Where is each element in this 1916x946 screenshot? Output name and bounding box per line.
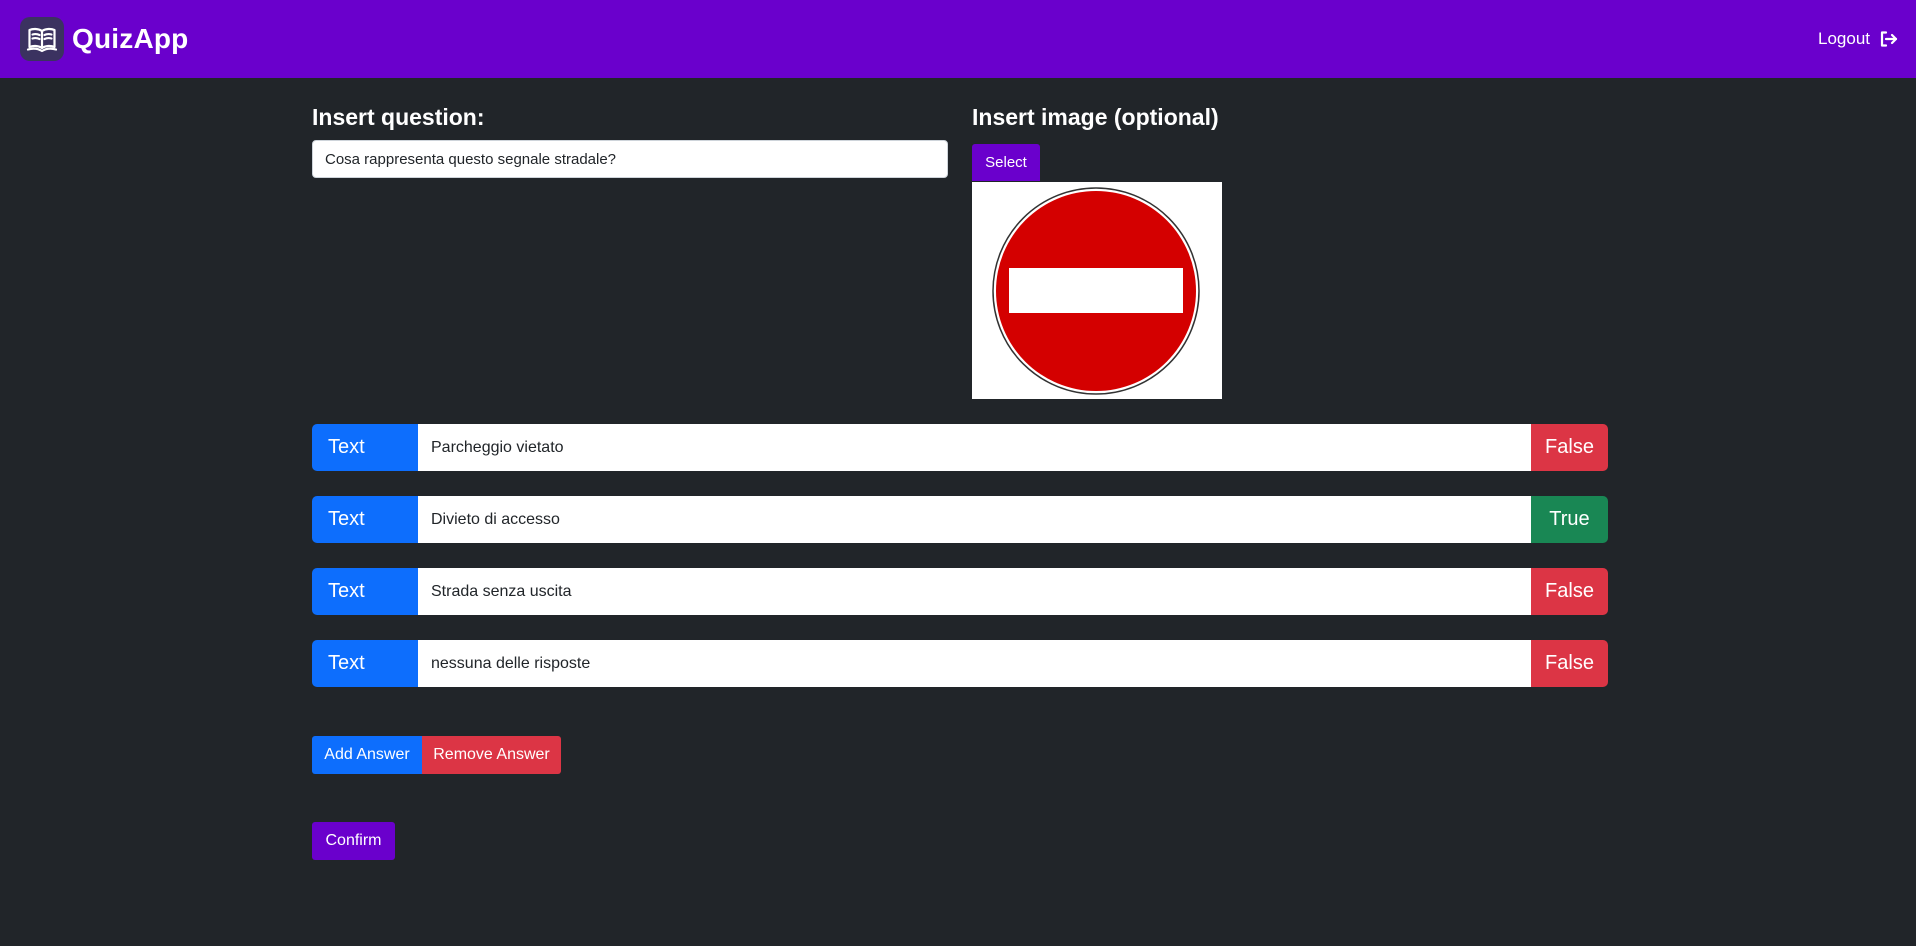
confirm-button[interactable]: Confirm — [312, 822, 395, 860]
answer-type-button[interactable]: Text — [312, 640, 418, 687]
answer-row: Text False — [312, 640, 1608, 687]
navbar: QuizApp Logout — [0, 0, 1916, 78]
image-heading: Insert image (optional) — [972, 104, 1219, 130]
brand[interactable]: QuizApp — [20, 17, 189, 61]
logout-label: Logout — [1818, 29, 1870, 48]
answer-type-button[interactable]: Text — [312, 424, 418, 471]
answer-type-button[interactable]: Text — [312, 568, 418, 615]
answer-row: Text False — [312, 424, 1608, 471]
answer-input[interactable] — [418, 640, 1531, 687]
remove-answer-button[interactable]: Remove Answer — [422, 736, 561, 774]
logout-icon — [1880, 31, 1898, 47]
select-image-button[interactable]: Select — [972, 144, 1040, 181]
answer-row: Text False — [312, 568, 1608, 615]
answer-type-button[interactable]: Text — [312, 496, 418, 543]
book-logo-icon — [20, 17, 64, 61]
answer-correctness-toggle[interactable]: True — [1531, 496, 1608, 543]
answer-row: Text True — [312, 496, 1608, 543]
answer-input[interactable] — [418, 496, 1531, 543]
question-input[interactable] — [312, 140, 948, 178]
answer-input[interactable] — [418, 424, 1531, 471]
logout-button[interactable]: Logout — [1818, 29, 1898, 49]
brand-name: QuizApp — [72, 23, 189, 54]
answer-input[interactable] — [418, 568, 1531, 615]
answer-correctness-toggle[interactable]: False — [1531, 640, 1608, 687]
no-entry-sign-icon — [992, 187, 1200, 395]
image-preview — [972, 182, 1222, 399]
answer-correctness-toggle[interactable]: False — [1531, 568, 1608, 615]
question-heading: Insert question: — [312, 104, 485, 130]
add-answer-button[interactable]: Add Answer — [312, 736, 422, 774]
answer-correctness-toggle[interactable]: False — [1531, 424, 1608, 471]
